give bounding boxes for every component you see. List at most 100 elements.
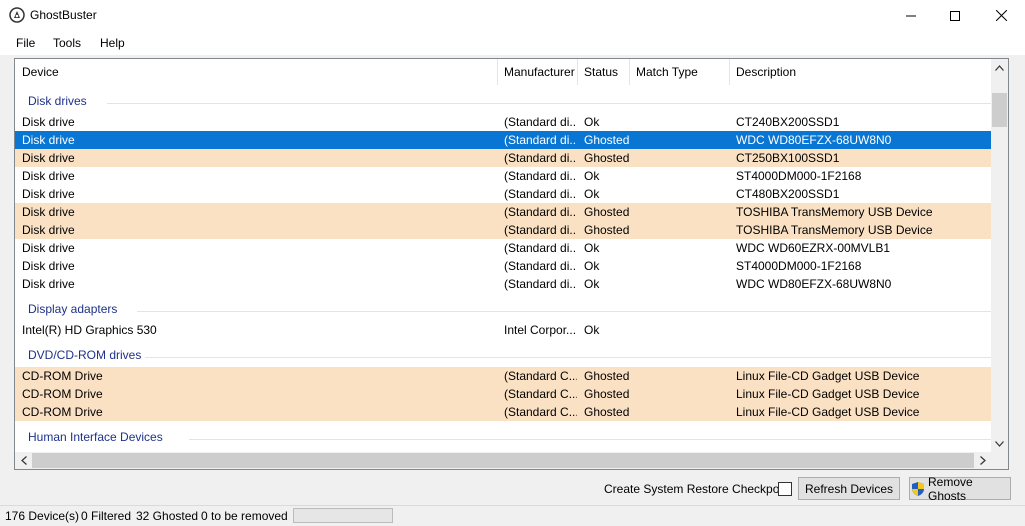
column-header-match-type[interactable]: Match Type [629, 59, 729, 85]
table-row[interactable]: Disk drive (Standard di... Ghosted TOSHIBA … [15, 221, 993, 239]
list-header: Device Manufacturer Status Match Type De… [15, 59, 993, 85]
table-row[interactable]: Disk drive (Standard di... Ok CT480BX200SSD… [15, 185, 993, 203]
title-bar: GhostBuster [0, 0, 1025, 31]
cell-device: Intel(R) HD Graphics 530 [22, 323, 157, 337]
cell-status: Ghosted [584, 369, 629, 383]
status-filtered-count: 0 Filtered [81, 509, 132, 523]
group-header[interactable]: Display adapters [15, 297, 993, 321]
group-header[interactable]: Human Interface Devices [15, 425, 993, 449]
cell-device: Disk drive [22, 241, 75, 255]
cell-match-type [629, 385, 729, 403]
cell-manufacturer: (Standard di... [504, 115, 577, 129]
status-to-remove-count: 0 to be removed [201, 509, 288, 523]
table-row[interactable]: Disk drive (Standard di... Ghosted TOSHIBA … [15, 203, 993, 221]
vertical-scroll-thumb[interactable] [992, 93, 1007, 127]
cell-description: WDC WD80EFZX-68UW8N0 [736, 133, 892, 147]
uac-shield-icon [910, 481, 926, 497]
remove-ghosts-button[interactable]: Remove Ghosts [909, 474, 1011, 503]
table-row[interactable]: CD-ROM Drive (Standard C... Ghosted Linux F… [15, 367, 993, 385]
column-header-device[interactable]: Device [15, 59, 497, 85]
cell-match-type [629, 185, 729, 203]
minimize-button[interactable] [888, 0, 934, 31]
table-row[interactable]: CD-ROM Drive (Standard C... Ghosted Linux F… [15, 385, 993, 403]
cell-manufacturer: (Standard di... [504, 169, 577, 183]
cell-match-type [629, 203, 729, 221]
group-divider [137, 311, 993, 312]
cell-match-type [629, 113, 729, 131]
cell-device: Disk drive [22, 205, 75, 219]
cell-device: Disk drive [22, 115, 75, 129]
group-header[interactable]: DVD/CD-ROM drives [15, 343, 993, 367]
group-label: Disk drives [28, 94, 87, 108]
cell-status: Ghosted [584, 205, 629, 219]
column-header-status[interactable]: Status [577, 59, 629, 85]
cell-device: CD-ROM Drive [22, 405, 103, 419]
table-row[interactable]: Disk drive (Standard di... Ok ST4000DM000-1… [15, 167, 993, 185]
group-divider [107, 103, 993, 104]
cell-match-type [629, 275, 729, 293]
ghostbuster-logo-icon [9, 7, 25, 23]
menu-bar: File Tools Help [0, 31, 1025, 55]
scroll-right-icon[interactable] [974, 452, 991, 469]
menu-tools[interactable]: Tools [53, 36, 81, 50]
table-row[interactable]: Disk drive (Standard di... Ok ST4000DM000-1… [15, 257, 993, 275]
menu-help[interactable]: Help [100, 36, 125, 50]
table-row[interactable]: Disk drive (Standard di... Ghosted CT250BX1… [15, 149, 993, 167]
scroll-up-icon[interactable] [991, 59, 1008, 76]
cell-device: Disk drive [22, 277, 75, 291]
cell-match-type [629, 239, 729, 257]
cell-device: Disk drive [22, 259, 75, 273]
column-header-manufacturer[interactable]: Manufacturer [497, 59, 577, 85]
cell-device: Disk drive [22, 151, 75, 165]
column-header-description[interactable]: Description [729, 59, 993, 85]
cell-manufacturer: (Standard C... [504, 369, 577, 383]
horizontal-scroll-thumb[interactable] [32, 453, 974, 468]
table-row[interactable]: Disk drive (Standard di... Ok WDC WD80EFZX-… [15, 275, 993, 293]
close-icon [995, 10, 1007, 21]
table-row[interactable]: Disk drive (Standard di... Ok WDC WD60EZRX-… [15, 239, 993, 257]
cell-status: Ok [584, 187, 600, 201]
refresh-devices-button[interactable]: Refresh Devices [798, 477, 900, 500]
table-row[interactable]: CD-ROM Drive (Standard C... Ghosted Linux F… [15, 403, 993, 421]
cell-manufacturer: (Standard di... [504, 133, 577, 147]
cell-device: Disk drive [22, 169, 75, 183]
cell-manufacturer: (Standard C... [504, 405, 577, 419]
scroll-left-icon[interactable] [15, 452, 32, 469]
cell-description: TOSHIBA TransMemory USB Device [736, 205, 933, 219]
table-row[interactable]: Disk drive (Standard di... Ok CT240BX200SSD… [15, 113, 993, 131]
cell-description: WDC WD80EFZX-68UW8N0 [736, 277, 892, 291]
group-divider [189, 439, 993, 440]
close-button[interactable] [978, 0, 1024, 31]
horizontal-scrollbar[interactable] [15, 452, 991, 469]
table-row[interactable]: Intel(R) HD Graphics 530 Intel Corpor... O… [15, 321, 993, 339]
cell-manufacturer: (Standard di... [504, 151, 577, 165]
vertical-scrollbar[interactable] [991, 59, 1008, 452]
menu-file[interactable]: File [16, 36, 35, 50]
restore-checkpoint-label: Create System Restore Checkpoint [604, 482, 793, 496]
cell-status: Ghosted [584, 151, 629, 165]
minimize-icon [906, 15, 916, 16]
cell-status: Ok [584, 323, 600, 337]
cell-description: CT250BX100SSD1 [736, 151, 840, 165]
cell-device: Disk drive [22, 187, 75, 201]
remove-ghosts-label: Remove Ghosts [928, 474, 973, 503]
cell-status: Ghosted [584, 387, 629, 401]
cell-status: Ok [584, 169, 600, 183]
cell-manufacturer: (Standard di... [504, 223, 577, 237]
cell-status: Ok [584, 115, 600, 129]
table-row[interactable]: Disk drive (Standard di... Ghosted WDC WD80… [15, 131, 993, 149]
restore-checkpoint-checkbox[interactable] [778, 482, 792, 496]
cell-description [729, 321, 993, 339]
cell-match-type [629, 403, 729, 421]
cell-match-type [629, 221, 729, 239]
scroll-down-icon[interactable] [991, 435, 1008, 452]
cell-manufacturer: (Standard di... [504, 277, 577, 291]
cell-status: Ok [584, 241, 600, 255]
cell-device: CD-ROM Drive [22, 369, 103, 383]
device-list[interactable]: Device Manufacturer Status Match Type De… [14, 58, 1009, 470]
cell-match-type [629, 149, 729, 167]
cell-manufacturer: Intel Corpor... [504, 323, 577, 337]
cell-description: Linux File-CD Gadget USB Device [736, 369, 920, 383]
maximize-button[interactable] [932, 0, 978, 31]
group-header[interactable]: Disk drives [15, 89, 993, 113]
